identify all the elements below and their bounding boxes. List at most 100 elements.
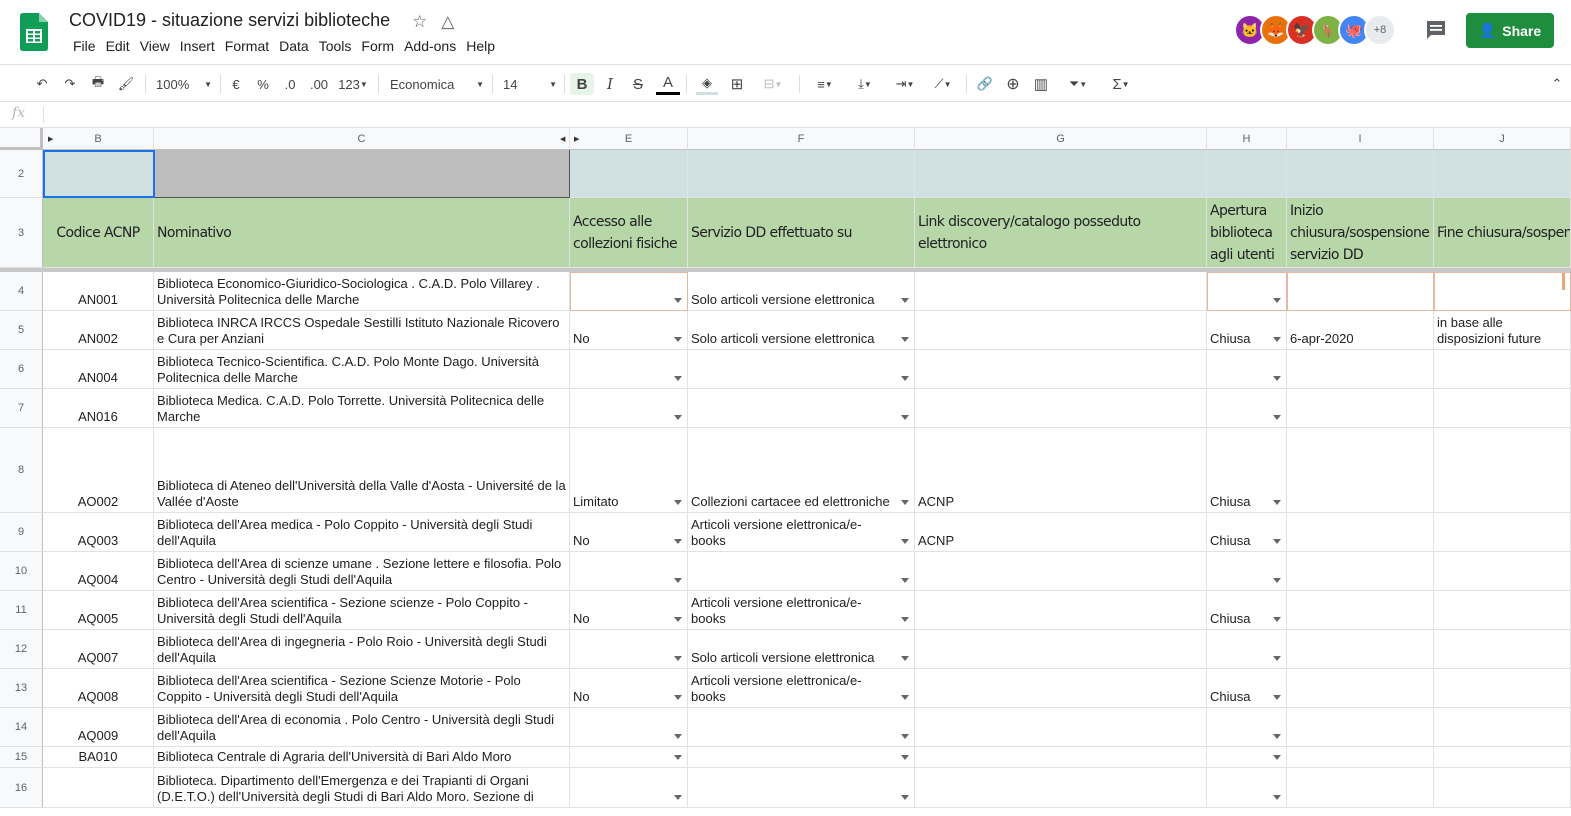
- cell-accesso[interactable]: Limitato: [570, 428, 688, 513]
- cell-inizio[interactable]: [1287, 747, 1434, 768]
- cell-nominativo[interactable]: Biblioteca dell'Area di ingegneria - Pol…: [154, 630, 570, 669]
- expand-hidden-column-a-icon[interactable]: ▶: [48, 135, 53, 143]
- cell-code[interactable]: AN001: [43, 272, 154, 311]
- cell-apertura[interactable]: Chiusa: [1207, 513, 1287, 552]
- dropdown-arrow-icon[interactable]: [674, 795, 682, 800]
- drive-move-icon[interactable]: △: [441, 12, 454, 32]
- menu-view[interactable]: View: [135, 38, 175, 54]
- bold-button[interactable]: B: [570, 73, 594, 95]
- dropdown-arrow-icon[interactable]: [1273, 500, 1281, 505]
- more-formats-button[interactable]: 123 ▼: [337, 73, 369, 95]
- dropdown-arrow-icon[interactable]: [1273, 376, 1281, 381]
- cell-inizio[interactable]: [1287, 708, 1434, 747]
- cell-nominativo[interactable]: Biblioteca Centrale di Agraria dell'Univ…: [154, 747, 570, 768]
- cell-servizio-dd[interactable]: [688, 768, 915, 808]
- cell-c2[interactable]: [154, 150, 570, 198]
- cell-fine[interactable]: [1434, 552, 1571, 591]
- dropdown-arrow-icon[interactable]: [1273, 755, 1281, 760]
- formula-input[interactable]: [50, 106, 1550, 124]
- cell-code[interactable]: AQ008: [43, 669, 154, 708]
- dropdown-arrow-icon[interactable]: [901, 500, 909, 505]
- column-header-j[interactable]: J: [1434, 128, 1571, 150]
- cell-code[interactable]: AN004: [43, 350, 154, 389]
- dropdown-arrow-icon[interactable]: [901, 578, 909, 583]
- header-fine-chiusura[interactable]: Fine chiusura/sospensione servizio DD: [1434, 198, 1571, 268]
- cell-inizio[interactable]: [1287, 669, 1434, 708]
- cell-inizio[interactable]: [1287, 768, 1434, 808]
- dropdown-arrow-icon[interactable]: [901, 617, 909, 622]
- insert-comment-icon[interactable]: ⊕: [1002, 73, 1024, 95]
- cell-apertura[interactable]: Chiusa: [1207, 669, 1287, 708]
- cell-f2[interactable]: [688, 150, 915, 198]
- dropdown-arrow-icon[interactable]: [674, 695, 682, 700]
- cell-inizio[interactable]: 6-apr-2020: [1287, 311, 1434, 350]
- cell-nominativo[interactable]: Biblioteca Medica. C.A.D. Polo Torrette.…: [154, 389, 570, 428]
- select-all-corner[interactable]: [0, 128, 43, 150]
- horizontal-align-icon[interactable]: ≡ ▼: [808, 73, 842, 95]
- row-header[interactable]: 11: [0, 591, 43, 630]
- cell-nominativo[interactable]: Biblioteca dell'Area medica - Polo Coppi…: [154, 513, 570, 552]
- cell-accesso[interactable]: No: [570, 669, 688, 708]
- cell-apertura[interactable]: Chiusa: [1207, 591, 1287, 630]
- collapse-toolbar-icon[interactable]: ⌃: [1548, 73, 1566, 95]
- row-header[interactable]: 12: [0, 630, 43, 669]
- column-header-f[interactable]: F: [688, 128, 915, 150]
- cell-nominativo[interactable]: Biblioteca Economico-Giuridico-Sociologi…: [154, 272, 570, 311]
- cell-servizio-dd[interactable]: Articoli versione elettronica/e-books: [688, 513, 915, 552]
- cell-apertura[interactable]: [1207, 552, 1287, 591]
- row-header[interactable]: 6: [0, 350, 43, 389]
- cell-servizio-dd[interactable]: [688, 552, 915, 591]
- row-header[interactable]: 4: [0, 272, 43, 311]
- cell-code[interactable]: AQ004: [43, 552, 154, 591]
- menu-form[interactable]: Form: [356, 38, 399, 54]
- cell-nominativo[interactable]: Biblioteca dell'Area scientifica - Sezio…: [154, 591, 570, 630]
- font-size-select[interactable]: 14 ▼: [503, 73, 557, 95]
- row-header[interactable]: 5: [0, 311, 43, 350]
- cell-link[interactable]: [915, 768, 1207, 808]
- row-header[interactable]: 13: [0, 669, 43, 708]
- cell-code[interactable]: AN002: [43, 311, 154, 350]
- column-header-i[interactable]: I: [1287, 128, 1434, 150]
- cell-fine[interactable]: [1434, 768, 1571, 808]
- cell-nominativo[interactable]: Biblioteca. Dipartimento dell'Emergenza …: [154, 768, 570, 808]
- insert-chart-icon[interactable]: ▥: [1030, 73, 1052, 95]
- header-apertura[interactable]: Apertura biblioteca agli utenti: [1207, 198, 1287, 268]
- cell-inizio[interactable]: [1287, 513, 1434, 552]
- cell-fine[interactable]: [1434, 630, 1571, 669]
- cell-link[interactable]: [915, 669, 1207, 708]
- expand-hidden-column-d-left-icon[interactable]: ◀: [560, 135, 565, 143]
- cell-accesso[interactable]: [570, 389, 688, 428]
- cell-fine[interactable]: [1434, 428, 1571, 513]
- cell-inizio[interactable]: [1287, 272, 1434, 311]
- cell-fine[interactable]: in base alle disposizioni future: [1434, 311, 1571, 350]
- cell-nominativo[interactable]: Biblioteca INRCA IRCCS Ospedale Sestilli…: [154, 311, 570, 350]
- menu-data[interactable]: Data: [274, 38, 314, 54]
- cell-code[interactable]: AQ007: [43, 630, 154, 669]
- cell-e2[interactable]: [570, 150, 688, 198]
- cell-apertura[interactable]: [1207, 350, 1287, 389]
- comment-history-icon[interactable]: [1424, 18, 1448, 42]
- cell-accesso[interactable]: [570, 272, 688, 311]
- dropdown-arrow-icon[interactable]: [1273, 578, 1281, 583]
- cell-nominativo[interactable]: Biblioteca dell'Area di scienze umane . …: [154, 552, 570, 591]
- dropdown-arrow-icon[interactable]: [901, 415, 909, 420]
- cell-link[interactable]: [915, 552, 1207, 591]
- cell-fine[interactable]: [1434, 708, 1571, 747]
- column-header-h[interactable]: H: [1207, 128, 1287, 150]
- text-wrapping-icon[interactable]: ⇥ ▼: [888, 73, 922, 95]
- row-header[interactable]: 7: [0, 389, 43, 428]
- filter-icon[interactable]: ⏷ ▼: [1058, 73, 1098, 95]
- cell-inizio[interactable]: [1287, 552, 1434, 591]
- menu-insert[interactable]: Insert: [175, 38, 220, 54]
- dropdown-arrow-icon[interactable]: [674, 337, 682, 342]
- dropdown-arrow-icon[interactable]: [1273, 795, 1281, 800]
- cell-apertura[interactable]: [1207, 768, 1287, 808]
- cell-inizio[interactable]: [1287, 591, 1434, 630]
- fill-color-icon[interactable]: ◈: [696, 73, 718, 95]
- header-inizio-chiusura[interactable]: Inizio chiusura/sospensione servizio DD: [1287, 198, 1434, 268]
- dropdown-arrow-icon[interactable]: [674, 376, 682, 381]
- cell-inizio[interactable]: [1287, 428, 1434, 513]
- column-header-g[interactable]: G: [915, 128, 1207, 150]
- redo-icon[interactable]: ↷: [60, 73, 80, 95]
- cell-link[interactable]: [915, 389, 1207, 428]
